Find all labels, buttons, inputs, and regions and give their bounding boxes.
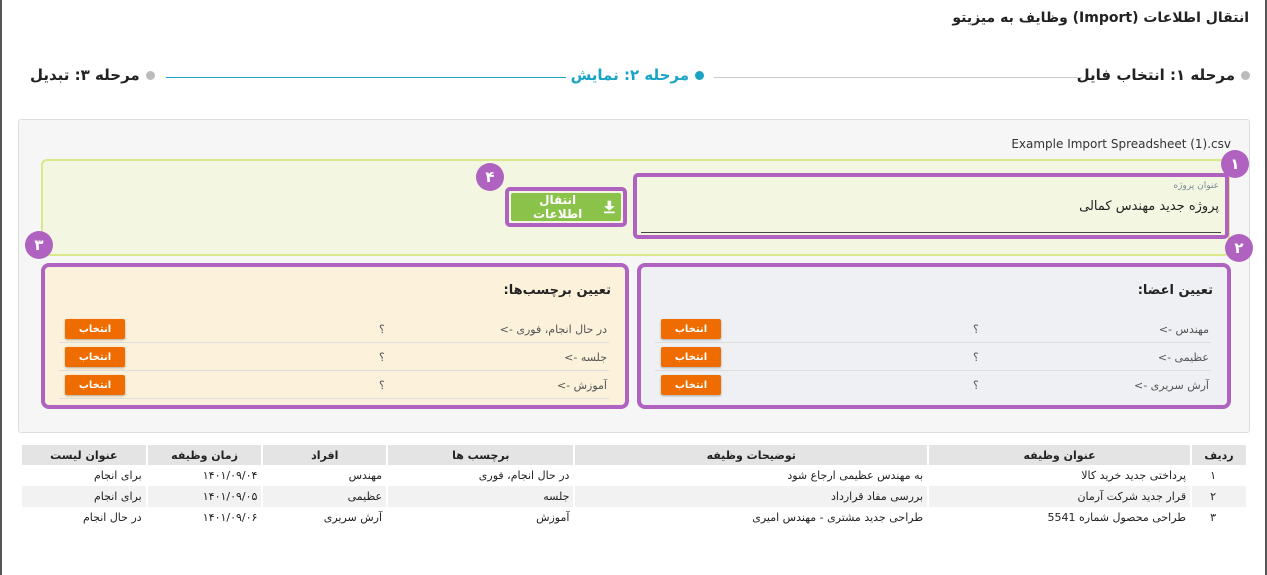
member-value: ؟ (973, 351, 979, 364)
step-label: مرحله ۳: تبدیل (30, 66, 140, 84)
tag-row: جلسه -> ؟ انتخاب (59, 343, 609, 371)
members-title: تعیین اعضا: (1137, 283, 1213, 298)
file-name: Example Import Spreadsheet (1).csv (1011, 137, 1231, 151)
project-title-field-wrap: عنوان پروژه (633, 173, 1229, 239)
cell-tags: در حال انجام، فوری (478, 469, 570, 482)
members-assignment: تعیین اعضا: مهندس -> ؟ انتخاب عظیمی -> ؟… (637, 263, 1231, 409)
tag-value: ؟ (379, 323, 385, 336)
cell-list-title: در حال انجام (82, 511, 142, 524)
cell-task-date: ۱۴۰۱/۰۹/۰۴ (202, 469, 258, 482)
col-header-row-number: ردیف (1192, 445, 1246, 465)
cell-people: مهندس (348, 469, 383, 482)
import-data-button[interactable]: انتقال اطلاعات (511, 193, 621, 221)
callout-badge-3: ۳ (25, 231, 53, 259)
cell-row-number: ۱ (1210, 469, 1216, 482)
tag-row: در حال انجام، فوری -> ؟ انتخاب (59, 315, 609, 343)
member-name: عظیمی -> (1157, 351, 1209, 364)
tags-title: تعیین برچسب‌ها: (503, 283, 611, 298)
member-row: عظیمی -> ؟ انتخاب (655, 343, 1211, 371)
callout-badge-1: ۱ (1221, 150, 1249, 178)
step-dot-icon (145, 70, 155, 80)
cell-task-description: طراحی جدید مشتری - مهندس امیری (752, 511, 924, 524)
table-header-row: ردیف عنوان وظیفه توضیحات وظیفه برچسب ها … (22, 445, 1246, 465)
import-button-wrap: انتقال اطلاعات (505, 187, 627, 227)
select-tag-button[interactable]: انتخاب (65, 375, 125, 395)
step-connector (714, 77, 1082, 78)
member-name: آرش سریری -> (1133, 379, 1209, 392)
member-row: آرش سریری -> ؟ انتخاب (655, 371, 1211, 398)
cell-task-title: طراحی محصول شماره 5541 (1047, 511, 1187, 524)
select-tag-button[interactable]: انتخاب (65, 319, 125, 339)
member-value: ؟ (973, 323, 979, 336)
step-preview[interactable]: مرحله ۲: نمایش (571, 66, 704, 84)
cell-row-number: ۳ (1210, 511, 1216, 524)
project-section: عنوان پروژه انتقال اطلاعات (41, 159, 1230, 256)
step-dot-icon (1241, 70, 1250, 80)
tag-row: آموزش -> ؟ انتخاب (59, 371, 609, 399)
cell-task-title: پرداختی جدید خرید کالا (1081, 469, 1187, 482)
input-underline (641, 232, 1221, 233)
callout-badge-2: ۲ (1225, 234, 1253, 262)
cell-task-description: بررسی مفاد قرارداد (575, 486, 928, 507)
table-row: ۱ پرداختی جدید خرید کالا به مهندس عظیمی … (22, 465, 1246, 486)
tasks-preview-table: ردیف عنوان وظیفه توضیحات وظیفه برچسب ها … (20, 445, 1248, 528)
import-panel: Example Import Spreadsheet (1).csv عنوان… (18, 119, 1253, 433)
select-tag-button[interactable]: انتخاب (65, 347, 125, 367)
member-value: ؟ (973, 379, 979, 392)
tag-name: آموزش -> (556, 379, 607, 392)
tag-name: جلسه -> (564, 351, 607, 364)
step-connector (166, 77, 566, 78)
cell-task-description: به مهندس عظیمی ارجاع شود (787, 469, 924, 482)
page-title: انتقال اطلاعات (Import) وظایف به میزیتو (952, 10, 1249, 26)
step-convert[interactable]: مرحله ۳: تبدیل (30, 66, 155, 84)
cell-list-title: برای انجام (93, 469, 142, 482)
member-name: مهندس -> (1158, 323, 1209, 336)
download-icon (604, 200, 615, 214)
table-row: ۲ قرار جدید شرکت آرمان بررسی مفاد قراردا… (22, 486, 1246, 507)
step-select-file[interactable]: مرحله ۱: انتخاب فایل (1077, 66, 1250, 84)
tag-value: ؟ (379, 351, 385, 364)
cell-task-title: قرار جدید شرکت آرمان (929, 486, 1191, 507)
col-header-people: افراد (263, 445, 387, 465)
col-header-list-title: عنوان لیست (22, 445, 146, 465)
cell-tags: آموزش (536, 511, 570, 524)
select-member-button[interactable]: انتخاب (661, 319, 721, 339)
step-dot-icon (695, 70, 704, 80)
cell-people: عظیمی (263, 486, 387, 507)
tags-assignment: تعیین برچسب‌ها: در حال انجام، فوری -> ؟ … (41, 263, 629, 409)
step-label: مرحله ۱: انتخاب فایل (1076, 66, 1235, 84)
project-title-input[interactable] (641, 199, 1219, 214)
cell-people: آرش سریری (323, 511, 383, 524)
cell-row-number: ۲ (1192, 486, 1246, 507)
member-row: مهندس -> ؟ انتخاب (655, 315, 1211, 343)
col-header-task-description: توضیحات وظیفه (575, 445, 928, 465)
cell-task-date: ۱۴۰۱/۰۹/۰۵ (147, 486, 262, 507)
col-header-task-date: زمان وظیفه (147, 445, 262, 465)
select-member-button[interactable]: انتخاب (661, 347, 721, 367)
col-header-tags: برچسب ها (388, 445, 574, 465)
cell-task-date: ۱۴۰۱/۰۹/۰۶ (202, 511, 258, 524)
import-stepper: مرحله ۱: انتخاب فایل مرحله ۲: نمایش مرحل… (30, 66, 1250, 90)
step-label: مرحله ۲: نمایش (570, 66, 689, 84)
window-edge-left (0, 0, 2, 575)
table-row: ۳ طراحی محصول شماره 5541 طراحی جدید مشتر… (22, 507, 1246, 528)
project-title-label: عنوان پروژه (1173, 181, 1219, 191)
cell-tags: جلسه (388, 486, 574, 507)
callout-badge-4: ۴ (476, 163, 504, 191)
cell-list-title: برای انجام (22, 486, 146, 507)
tag-value: ؟ (379, 379, 385, 392)
import-button-label: انتقال اطلاعات (532, 193, 583, 221)
col-header-task-title: عنوان وظیفه (929, 445, 1191, 465)
tag-name: در حال انجام، فوری -> (499, 323, 607, 336)
select-member-button[interactable]: انتخاب (661, 375, 721, 395)
